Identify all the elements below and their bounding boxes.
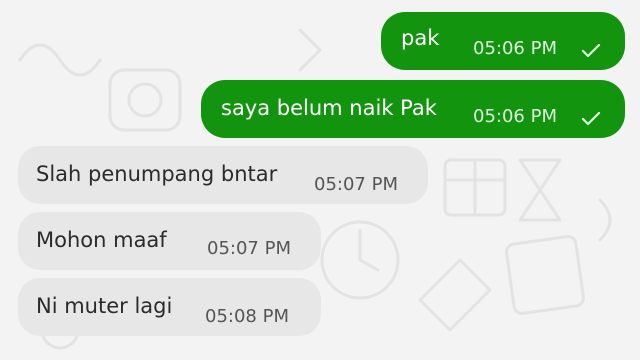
message-text: Ni muter lagi (36, 294, 173, 318)
message-text: saya belum naik Pak (221, 96, 437, 120)
message-time: 05:06 PM (473, 106, 557, 127)
message-text: pak (401, 26, 440, 50)
outgoing-message[interactable]: pak 05:06 PM (381, 12, 625, 70)
check-icon (581, 112, 601, 126)
message-text: Mohon maaf (36, 228, 167, 252)
check-icon (581, 44, 601, 58)
message-time: 05:06 PM (473, 38, 557, 59)
incoming-message[interactable]: Mohon maaf 05:07 PM (18, 212, 321, 270)
incoming-message[interactable]: Ni muter lagi 05:08 PM (18, 278, 321, 336)
message-time: 05:08 PM (205, 306, 289, 327)
incoming-message[interactable]: Slah penumpang bntar 05:07 PM (18, 146, 428, 204)
outgoing-message[interactable]: saya belum naik Pak 05:06 PM (201, 80, 625, 138)
message-text: Slah penumpang bntar (36, 162, 278, 186)
message-time: 05:07 PM (207, 238, 291, 259)
message-time: 05:07 PM (314, 174, 398, 195)
